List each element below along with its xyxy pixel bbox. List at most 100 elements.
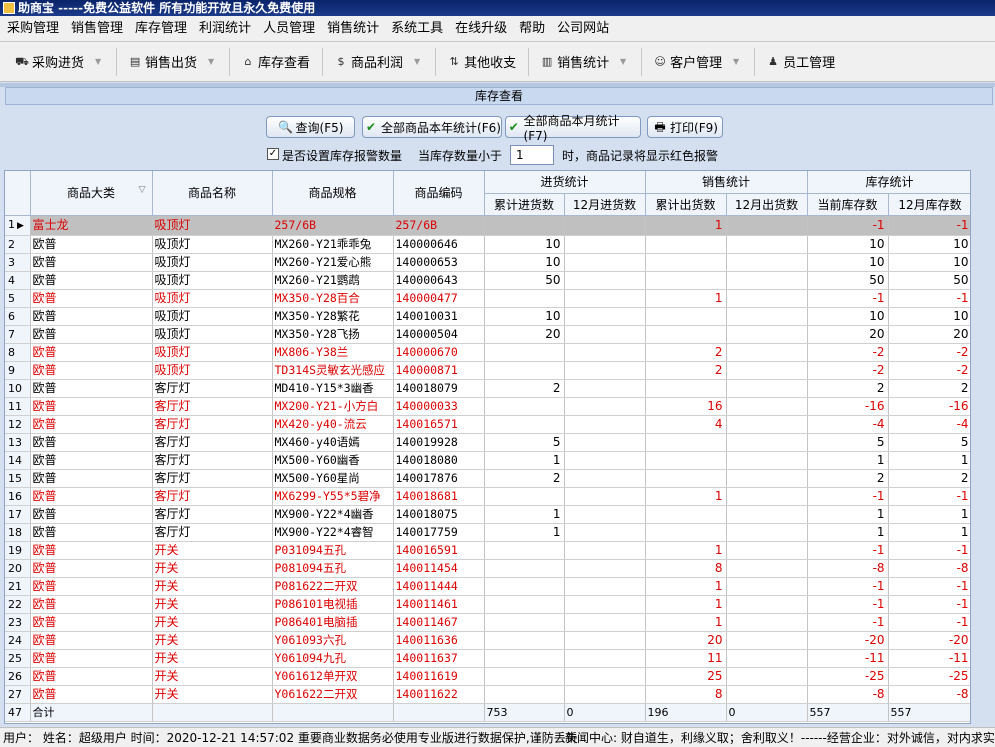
table-row[interactable]: 21 欧普 开关 P081622二开双 140011444 1 -1 -1 [5,577,970,596]
purchase-total-header[interactable]: 累计进货数 [484,193,565,216]
purchase-total-cell[interactable]: 50 [484,271,565,290]
sales-total-cell[interactable]: 11 [645,649,727,668]
code-cell[interactable]: 140018079 [393,379,485,398]
sales-month-cell[interactable] [726,631,808,650]
spec-cell[interactable]: MX806-Y38兰 [272,343,394,362]
stock-month-cell[interactable]: -1 [888,289,970,308]
stock-month-cell[interactable]: 1 [888,523,970,542]
toolbar-button[interactable]: ▤ 销售出货 [121,47,203,77]
stock-current-cell[interactable]: -8 [807,559,889,578]
stock-current-cell[interactable]: 1 [807,505,889,524]
sales-total-cell[interactable] [645,505,727,524]
name-cell[interactable]: 吸顶灯 [152,235,273,254]
spec-cell[interactable]: MX500-Y60幽香 [272,451,394,470]
purchase-month-cell[interactable] [564,307,646,326]
month-stats-button[interactable]: ✔ 全部商品本月统计(F7) [505,114,641,143]
stock-month-cell[interactable]: -20 [888,631,970,650]
code-cell[interactable]: 257/6B [393,215,485,236]
name-cell[interactable]: 开关 [152,631,273,650]
name-cell[interactable]: 吸顶灯 [152,325,273,344]
table-row[interactable]: 16 欧普 客厅灯 MX6299-Y55*5碧净 140018681 1 -1 -1 [5,487,970,506]
spec-cell[interactable]: P081622二开双 [272,577,394,596]
stock-current-cell[interactable]: 20 [807,325,889,344]
code-cell[interactable]: 140000670 [393,343,485,362]
name-cell[interactable]: 客厅灯 [152,487,273,506]
code-cell[interactable]: 140011461 [393,595,485,614]
purchase-total-cell[interactable] [484,361,565,380]
toolbar-button[interactable]: ⛟ 采购进货 [8,47,90,77]
purchase-total-cell[interactable] [484,577,565,596]
name-cell[interactable]: 开关 [152,613,273,632]
spec-cell[interactable]: 257/6B [272,215,394,236]
sales-total-cell[interactable] [645,379,727,398]
sales-total-cell[interactable] [645,523,727,542]
purchase-total-cell[interactable]: 10 [484,253,565,272]
spec-cell[interactable]: MX350-Y28繁花 [272,307,394,326]
code-cell[interactable]: 140000477 [393,289,485,308]
spec-cell[interactable]: MD410-Y15*3幽香 [272,379,394,398]
toolbar-button[interactable]: ☺ 客户管理 [646,47,728,77]
category-cell[interactable]: 欧普 [30,595,153,614]
menu-item[interactable]: 销售统计 [320,16,384,42]
table-row[interactable]: 13 欧普 客厅灯 MX460-y40语嫣 140019928 5 5 5 [5,433,970,452]
menu-item[interactable]: 在线升级 [448,16,512,42]
stock-current-cell[interactable]: -1 [807,577,889,596]
table-row[interactable]: 7 欧普 吸顶灯 MX350-Y28飞扬 140000504 20 20 20 [5,325,970,344]
purchase-total-cell[interactable] [484,559,565,578]
menu-item[interactable]: 采购管理 [0,16,64,42]
spec-header[interactable]: 商品规格 [272,171,394,216]
purchase-month-cell[interactable] [564,469,646,488]
toolbar-button[interactable]: $ 商品利润 [327,47,409,77]
name-cell[interactable]: 客厅灯 [152,523,273,542]
stock-month-cell[interactable]: 50 [888,271,970,290]
sales-total-cell[interactable]: 8 [645,559,727,578]
purchase-total-cell[interactable]: 2 [484,379,565,398]
code-cell[interactable]: 140000871 [393,361,485,380]
stock-month-cell[interactable]: -16 [888,397,970,416]
purchase-total-cell[interactable]: 20 [484,325,565,344]
table-row[interactable]: 17 欧普 客厅灯 MX900-Y22*4幽香 140018075 1 1 1 [5,505,970,524]
purchase-month-cell[interactable] [564,649,646,668]
purchase-total-cell[interactable] [484,397,565,416]
sales-total-cell[interactable]: 20 [645,631,727,650]
stock-current-header[interactable]: 当前库存数 [807,193,889,216]
spec-cell[interactable]: MX460-y40语嫣 [272,433,394,452]
code-cell[interactable]: 140010031 [393,307,485,326]
purchase-total-cell[interactable]: 10 [484,235,565,254]
code-cell[interactable]: 140019928 [393,433,485,452]
purchase-total-cell[interactable] [484,631,565,650]
filter-arrow-icon[interactable]: ▽ [139,185,146,195]
table-row[interactable]: 10 欧普 客厅灯 MD410-Y15*3幽香 140018079 2 2 2 [5,379,970,398]
stock-current-cell[interactable]: 5 [807,433,889,452]
purchase-total-cell[interactable] [484,415,565,434]
sales-month-cell[interactable] [726,559,808,578]
sales-total-cell[interactable] [645,325,727,344]
table-row[interactable]: 22 欧普 开关 P086101电视插 140011461 1 -1 -1 [5,595,970,614]
purchase-total-cell[interactable]: 10 [484,307,565,326]
purchase-total-cell[interactable] [484,541,565,560]
category-cell[interactable]: 欧普 [30,613,153,632]
name-cell[interactable]: 开关 [152,649,273,668]
code-cell[interactable]: 140011636 [393,631,485,650]
stock-month-cell[interactable]: 20 [888,325,970,344]
purchase-month-cell[interactable] [564,613,646,632]
code-cell[interactable]: 140018075 [393,505,485,524]
stock-month-cell[interactable]: -11 [888,649,970,668]
dropdown-arrow-icon[interactable]: ▼ [617,47,629,77]
stock-month-cell[interactable]: -2 [888,343,970,362]
sales-total-cell[interactable]: 1 [645,541,727,560]
purchase-month-cell[interactable] [564,667,646,686]
stock-month-cell[interactable]: -1 [888,613,970,632]
dropdown-arrow-icon[interactable]: ▼ [411,47,423,77]
print-button[interactable]: 🖶 打印(F9) [647,116,723,138]
purchase-month-cell[interactable] [564,559,646,578]
name-cell[interactable]: 客厅灯 [152,415,273,434]
purchase-total-cell[interactable]: 1 [484,505,565,524]
purchase-total-cell[interactable]: 5 [484,433,565,452]
code-cell[interactable]: 140000646 [393,235,485,254]
toolbar-button[interactable]: ⌂ 库存查看 [234,47,316,77]
name-cell[interactable]: 吸顶灯 [152,343,273,362]
sales-total-header[interactable]: 累计出货数 [645,193,727,216]
menu-item[interactable]: 库存管理 [128,16,192,42]
menu-item[interactable]: 系统工具 [384,16,448,42]
